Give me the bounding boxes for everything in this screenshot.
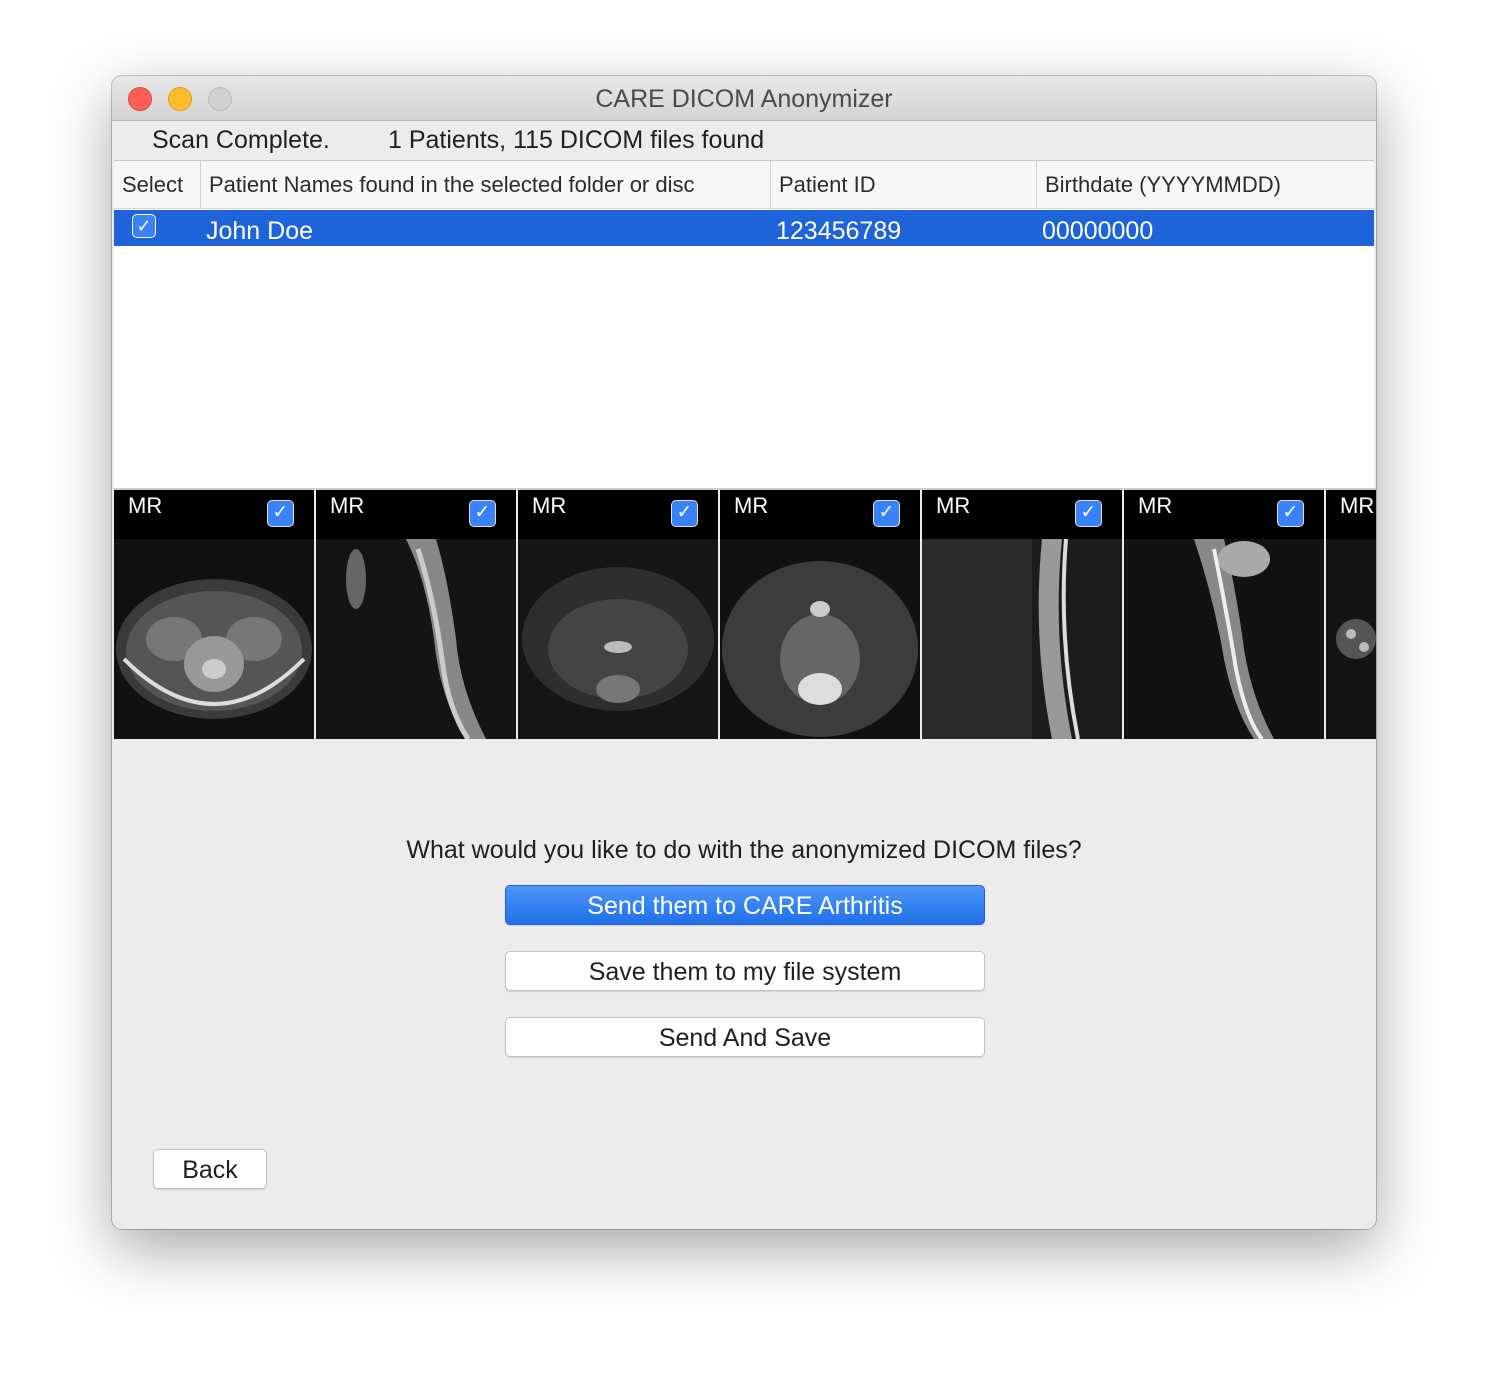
series-select-checkbox[interactable]: ✓ [267,500,294,527]
mri-image [922,539,1122,739]
mri-image [114,539,314,739]
modality-label: MR [128,493,163,518]
series-thumbnail[interactable]: MR [1326,490,1376,739]
table-row[interactable]: ✓ John Doe 123456789 00000000 [114,210,1374,246]
patient-id-cell: 123456789 [776,217,902,245]
modality-label: MR [1340,493,1375,518]
mri-image [720,539,920,739]
scan-status: Scan Complete. [152,126,330,154]
checkmark-icon: ✓ [676,502,693,523]
series-select-checkbox[interactable]: ✓ [469,500,496,527]
send-and-save-button[interactable]: Send And Save [505,1017,985,1057]
mri-image [518,539,718,739]
mri-image [316,539,516,739]
patient-table: Select Patient Names found in the select… [114,160,1374,489]
series-thumbnail[interactable]: MR ✓ [922,490,1122,739]
patient-select-checkbox[interactable]: ✓ [132,214,156,238]
column-header-patient-name[interactable]: Patient Names found in the selected fold… [200,161,770,208]
app-window: CARE DICOM Anonymizer Scan Complete. 1 P… [112,76,1376,1229]
mri-image [1124,539,1324,739]
series-select-checkbox[interactable]: ✓ [873,500,900,527]
action-prompt: What would you like to do with the anony… [406,836,1082,864]
series-select-checkbox[interactable]: ✓ [1075,500,1102,527]
modality-label: MR [734,493,769,518]
table-header: Select Patient Names found in the select… [114,161,1374,209]
modality-label: MR [532,493,567,518]
checkmark-icon: ✓ [1080,502,1097,523]
mri-image [1326,539,1376,739]
column-header-select[interactable]: Select [114,161,200,208]
send-to-care-button[interactable]: Send them to CARE Arthritis [505,885,985,925]
column-header-birthdate[interactable]: Birthdate (YYYYMMDD) [1036,161,1374,208]
series-select-checkbox[interactable]: ✓ [671,500,698,527]
series-thumbnail[interactable]: MR ✓ [1124,490,1324,739]
series-thumbnail[interactable]: MR ✓ [316,490,516,739]
save-to-file-system-button[interactable]: Save them to my file system [505,951,985,991]
series-thumbnail[interactable]: MR ✓ [720,490,920,739]
status-bar: Scan Complete. 1 Patients, 115 DICOM fil… [112,120,1376,160]
checkmark-icon: ✓ [136,216,152,236]
scan-summary: 1 Patients, 115 DICOM files found [388,126,765,154]
checkmark-icon: ✓ [1282,502,1299,523]
window-title: CARE DICOM Anonymizer [595,85,893,113]
series-thumbnail[interactable]: MR ✓ [114,490,314,739]
checkmark-icon: ✓ [272,502,289,523]
checkmark-icon: ✓ [474,502,491,523]
modality-label: MR [936,493,971,518]
series-select-checkbox[interactable]: ✓ [1277,500,1304,527]
series-thumbnail-strip[interactable]: MR ✓ MR ✓ MR ✓ MR ✓ MR ✓ MR ✓ MR [114,488,1376,740]
checkmark-icon: ✓ [878,502,895,523]
modality-label: MR [1138,493,1173,518]
back-button[interactable]: Back [153,1149,267,1189]
series-thumbnail[interactable]: MR ✓ [518,490,718,739]
birthdate-cell: 00000000 [1042,217,1154,245]
modality-label: MR [330,493,365,518]
column-header-patient-id[interactable]: Patient ID [770,161,1036,208]
title-bar[interactable]: CARE DICOM Anonymizer [112,76,1376,121]
patient-name-cell: John Doe [206,217,314,245]
